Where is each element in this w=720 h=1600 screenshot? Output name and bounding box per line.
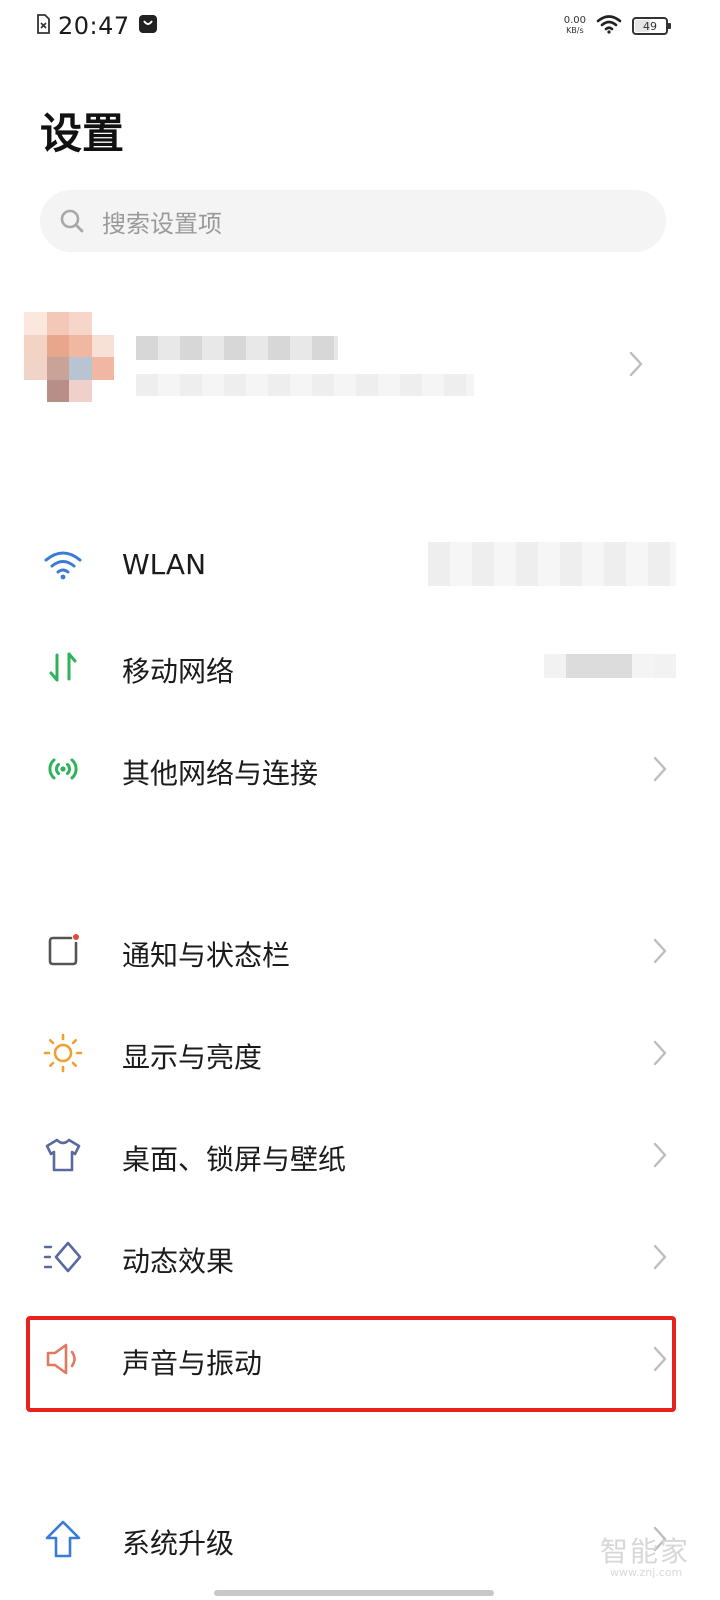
hotspot-icon [40,746,86,792]
settings-item-label: 桌面、锁屏与壁纸 [122,1143,347,1176]
sim-off-icon [36,14,50,38]
settings-item-wlan[interactable]: WLAN [0,520,720,610]
settings-item-notifications[interactable]: 通知与状态栏 [0,906,720,996]
search-placeholder: 搜索设置项 [102,209,222,238]
search-icon [58,207,86,235]
settings-item-other-connections[interactable]: 其他网络与连接 [0,724,720,814]
account-name-redacted [136,336,338,360]
account-row[interactable] [24,310,696,420]
watermark-url: www.znj.com [610,1566,683,1579]
settings-item-motion[interactable]: 动态效果 [0,1212,720,1302]
wifi-icon [596,14,622,38]
status-time: 20:47 [58,12,130,40]
upgrade-icon [40,1516,86,1562]
network-speed-value: 0.00 [563,15,586,26]
search-bar[interactable]: 搜索设置项 [40,190,666,252]
status-bar-left: 20:47 [36,12,158,40]
chevron-right-icon [629,351,643,377]
chevron-right-icon [653,1142,667,1168]
avatar [24,312,114,402]
settings-item-mobile-network[interactable]: 移动网络 [0,622,720,712]
watermark-logo: 智能家 [600,1535,691,1568]
network-speed: 0.00 KB/s [564,16,586,36]
sun-icon [40,1030,86,1076]
motion-icon [40,1234,86,1280]
chevron-right-icon [653,938,667,964]
settings-item-wallpaper[interactable]: 桌面、锁屏与壁纸 [0,1110,720,1200]
battery-level: 49 [643,19,657,33]
account-info-redacted [136,336,474,396]
battery-icon: 49 [632,17,671,35]
settings-item-label: 动态效果 [122,1245,235,1278]
notification-icon [40,928,86,974]
settings-item-display[interactable]: 显示与亮度 [0,1008,720,1098]
wlan-network-redacted [428,542,676,586]
chevron-right-icon [653,1040,667,1066]
chevron-right-icon [653,756,667,782]
settings-item-label: 通知与状态栏 [122,939,291,972]
shirt-icon [40,1132,86,1178]
settings-item-label: 其他网络与连接 [122,757,319,790]
mobile-data-icon [40,644,86,690]
carrier-redacted [544,654,676,678]
wifi-icon [40,542,86,588]
network-speed-unit: KB/s [566,26,584,35]
settings-item-label: 显示与亮度 [122,1041,263,1074]
status-bar: 20:47 0.00 KB/s 49 [0,0,720,56]
notification-icon [138,14,158,38]
settings-item-label: 移动网络 [122,655,235,688]
settings-item-label: 系统升级 [122,1527,235,1560]
status-bar-right: 0.00 KB/s 49 [564,14,671,38]
home-indicator[interactable] [214,1590,494,1596]
page-title: 设置 [40,109,125,158]
account-subtitle-redacted [136,374,474,396]
settings-item-label: WLAN [122,548,207,581]
chevron-right-icon [653,1244,667,1270]
highlight-box [26,1316,676,1412]
